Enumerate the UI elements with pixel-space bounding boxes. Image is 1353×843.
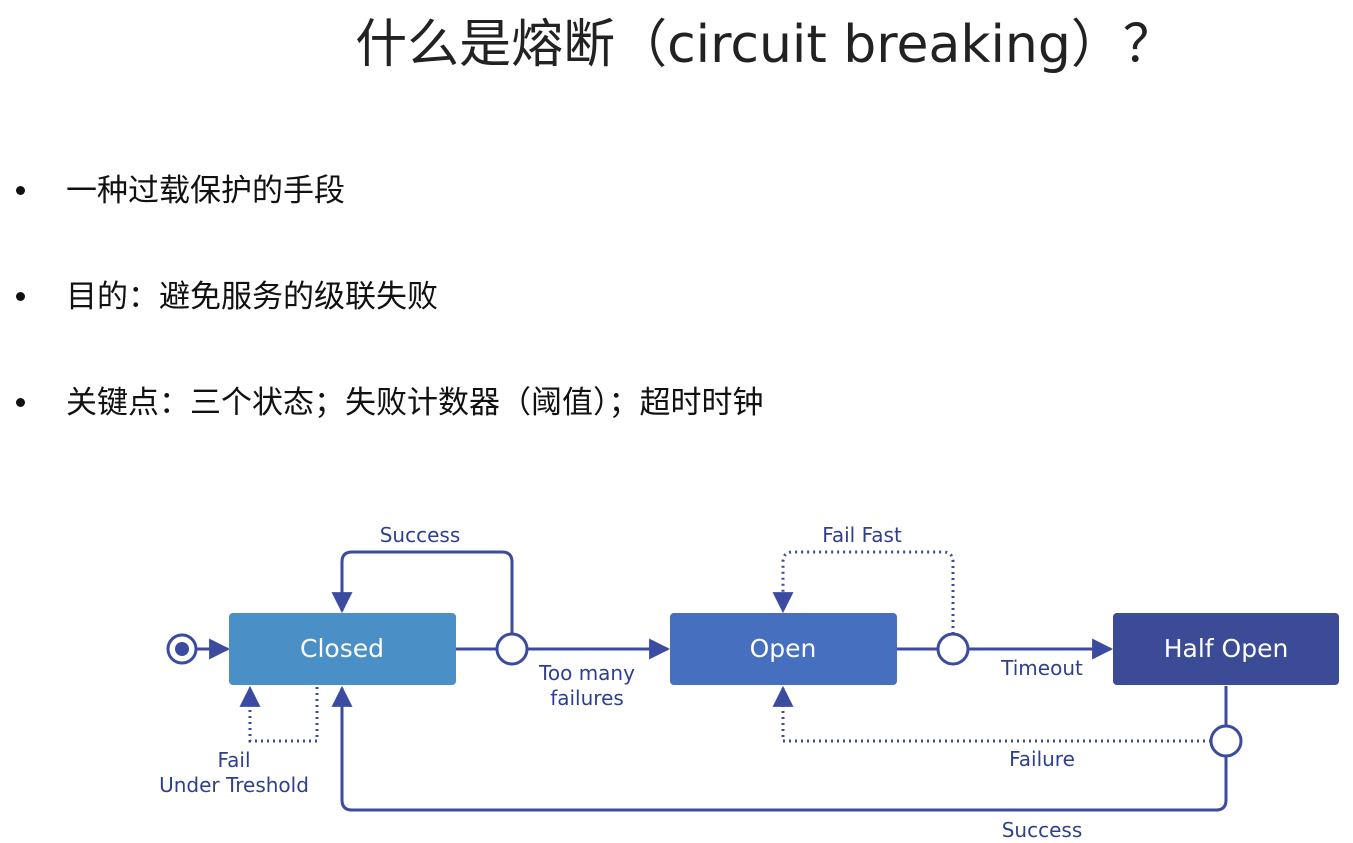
- fail-under-threshold-loop-edge: [239, 685, 319, 743]
- closed-state-label: Closed: [300, 634, 384, 663]
- closed-success-label: Success: [380, 523, 461, 547]
- under-threshold-label: Under Treshold: [159, 773, 309, 797]
- fail-label: Fail: [217, 748, 250, 772]
- failures-label: failures: [550, 686, 624, 710]
- timeout-label: Timeout: [1000, 656, 1083, 680]
- open-decision-node: [936, 632, 970, 666]
- half-open-success-label: Success: [1002, 818, 1083, 842]
- failure-edge: [772, 685, 1211, 743]
- failure-label: Failure: [1009, 747, 1075, 771]
- fail-fast-label: Fail Fast: [822, 523, 902, 547]
- open-state-label: Open: [750, 634, 817, 663]
- too-many-label: Too many: [538, 661, 635, 685]
- start-node-icon: [166, 633, 198, 665]
- closed-decision-node: [495, 632, 529, 666]
- half-open-state-label: Half Open: [1164, 634, 1289, 663]
- circuit-breaker-state-diagram: Closed Open Half Open Success Fail Under…: [159, 523, 1339, 842]
- half-open-decision-node: [1209, 724, 1243, 758]
